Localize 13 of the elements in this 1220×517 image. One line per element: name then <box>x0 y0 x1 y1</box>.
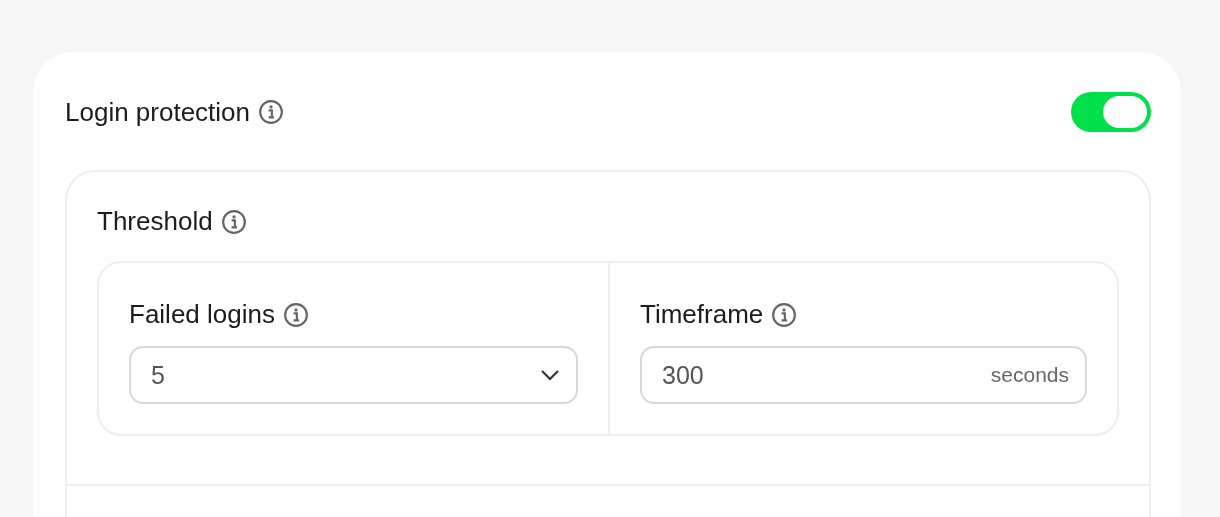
toggle-switch[interactable] <box>1071 92 1151 132</box>
info-icon[interactable] <box>283 301 309 328</box>
info-icon[interactable] <box>771 301 798 328</box>
chevron-icon <box>540 369 560 381</box>
threshold-title: Threshold <box>97 206 213 237</box>
info-icon[interactable] <box>220 208 247 235</box>
unit-label: seconds <box>990 363 1069 387</box>
info-icon[interactable] <box>258 99 285 125</box>
section-title: Login protection <box>65 96 251 128</box>
select-field[interactable]: 5 <box>129 346 578 404</box>
field-label: Failed logins <box>129 299 275 330</box>
field-label: Timeframe <box>640 299 764 330</box>
input-field[interactable]: 300 seconds <box>640 346 1087 404</box>
